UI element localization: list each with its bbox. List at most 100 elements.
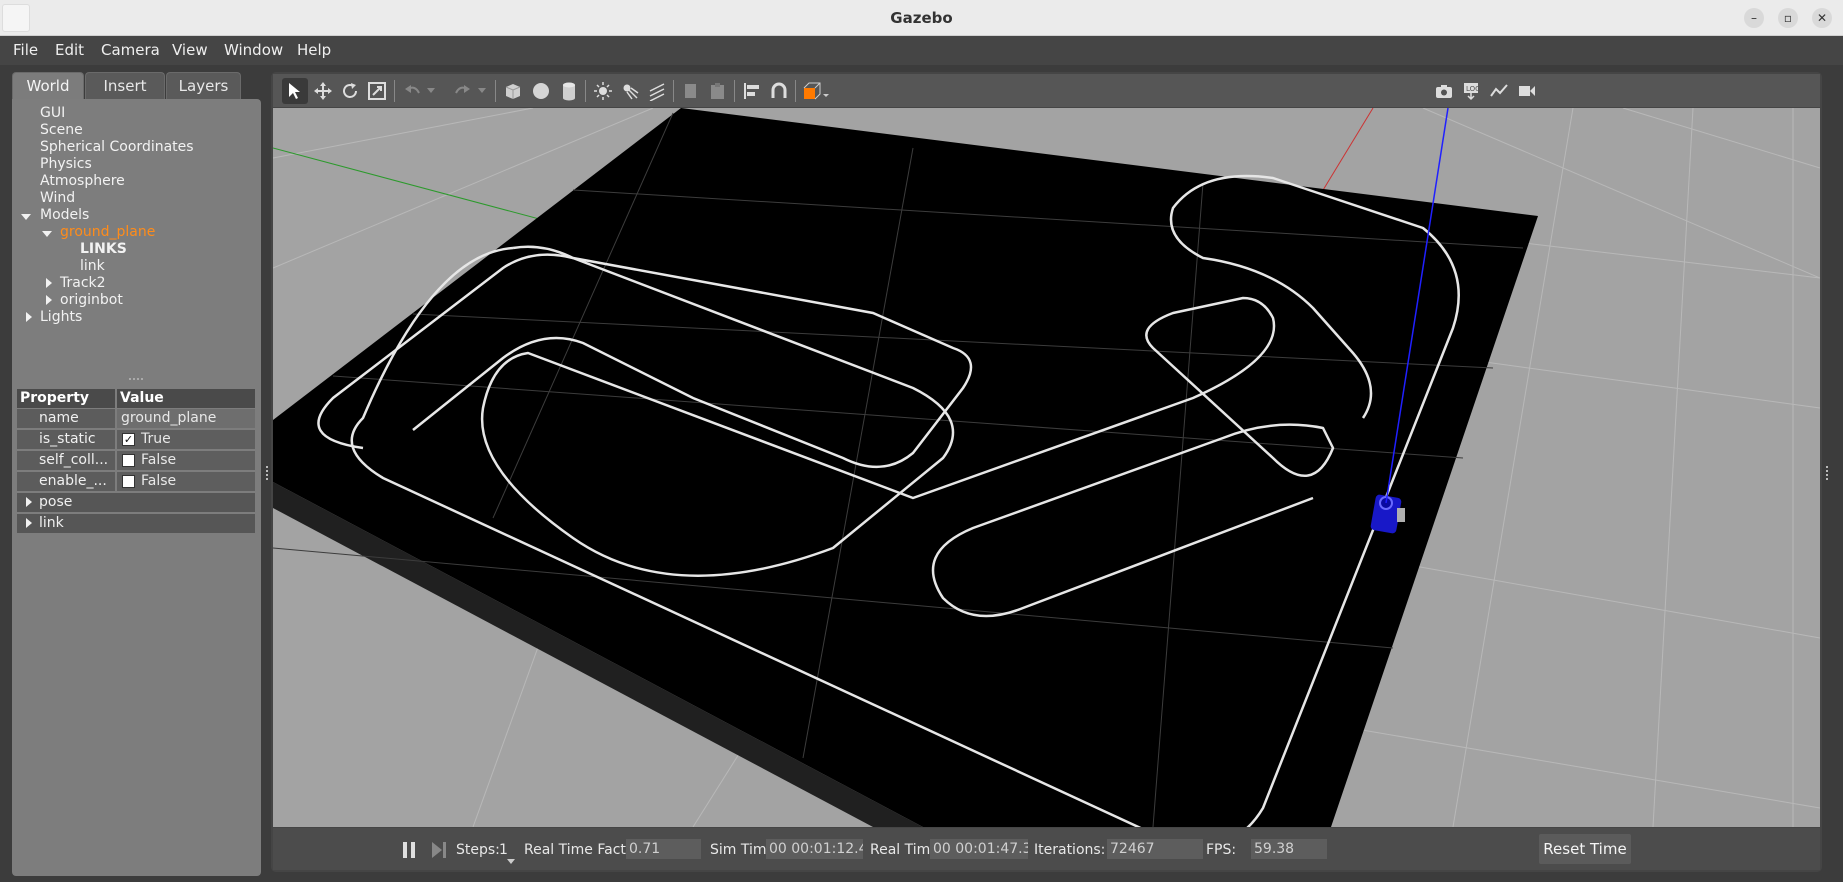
real-time-field: 00 00:01:47.329	[930, 839, 1028, 859]
snap-icon[interactable]	[766, 78, 792, 104]
property-column-header: Property	[17, 389, 115, 408]
tree-item-wind[interactable]: Wind	[40, 190, 75, 206]
undo-dropdown-icon[interactable]	[425, 78, 437, 104]
tree-item-physics[interactable]: Physics	[40, 156, 92, 172]
enable-wind-checkbox[interactable]	[122, 475, 135, 488]
group-label: link	[39, 515, 64, 531]
steps-dropdown-icon[interactable]	[507, 849, 515, 868]
plot-icon[interactable]	[1486, 78, 1512, 104]
toolbar-separator	[394, 80, 395, 102]
left-panel: World Insert Layers GUI Scene Spherical …	[12, 72, 261, 876]
toolbar-separator	[734, 80, 735, 102]
is-static-checkbox[interactable]: ✓	[122, 433, 135, 446]
box-icon[interactable]	[500, 78, 526, 104]
sim-time-field: 00 00:01:12.467	[766, 839, 863, 859]
fps-label: FPS:	[1206, 842, 1237, 858]
title-bar: Gazebo – ▫ ✕	[0, 0, 1843, 36]
point-light-icon[interactable]	[590, 78, 616, 104]
menu-view[interactable]: View	[172, 41, 208, 59]
menu-edit[interactable]: Edit	[55, 41, 84, 59]
maximize-button[interactable]: ▫	[1778, 8, 1798, 28]
collapse-arrow-icon[interactable]	[46, 295, 52, 305]
property-label: name	[17, 409, 115, 428]
scale-icon[interactable]	[364, 78, 390, 104]
tree-item-originbot[interactable]: originbot	[60, 292, 123, 308]
property-label: self_coll...	[17, 451, 115, 470]
property-row-name: name ground_plane	[17, 409, 255, 428]
right-splitter-handle[interactable]	[1826, 466, 1830, 480]
menu-camera[interactable]: Camera	[101, 41, 160, 59]
tree-item-scene[interactable]: Scene	[40, 122, 83, 138]
tab-insert[interactable]: Insert	[85, 72, 165, 100]
step-icon[interactable]	[430, 841, 448, 863]
translate-icon[interactable]	[310, 78, 336, 104]
svg-text:LOG: LOG	[1466, 85, 1481, 93]
tree-item-atmosphere[interactable]: Atmosphere	[40, 173, 125, 189]
tree-item-models[interactable]: Models	[40, 207, 89, 223]
cylinder-icon[interactable]	[556, 78, 582, 104]
toolbar-separator	[495, 80, 496, 102]
fps-field: 59.38	[1251, 839, 1327, 859]
name-field[interactable]: ground_plane	[117, 409, 255, 428]
collapse-arrow-icon[interactable]	[46, 278, 52, 288]
close-button[interactable]: ✕	[1812, 8, 1832, 28]
paste-icon[interactable]	[705, 78, 731, 104]
record-video-icon[interactable]	[1514, 78, 1540, 104]
tree-item-track2[interactable]: Track2	[60, 275, 106, 291]
tab-layers[interactable]: Layers	[166, 72, 241, 100]
rotate-icon[interactable]	[337, 78, 363, 104]
property-label: enable_...	[17, 472, 115, 491]
sphere-icon[interactable]	[528, 78, 554, 104]
tree-item-gui[interactable]: GUI	[40, 105, 65, 121]
property-label: is_static	[17, 430, 115, 449]
tree-item-ground-plane[interactable]: ground_plane	[60, 224, 155, 240]
property-row-enable-wind: enable_... False	[17, 472, 255, 491]
3d-viewport[interactable]	[273, 108, 1820, 827]
tab-world[interactable]: World	[12, 72, 84, 100]
self-collide-checkbox[interactable]	[122, 454, 135, 467]
checkbox-label: False	[141, 473, 177, 489]
self-collide-value: False	[117, 451, 255, 470]
menu-bar: File Edit Camera View Window Help	[0, 36, 1843, 65]
bottom-toolbar: Steps: 1 Real Time Factor: 0.71 Sim Time…	[273, 828, 1820, 870]
view-angle-icon[interactable]	[800, 78, 832, 104]
scene-render	[273, 108, 1820, 827]
property-group-link[interactable]: link	[17, 514, 255, 533]
menu-file[interactable]: File	[13, 41, 38, 59]
iterations-field: 72467	[1107, 839, 1203, 859]
property-group-pose[interactable]: pose	[17, 493, 255, 512]
tree-item-link[interactable]: link	[80, 258, 105, 274]
expand-arrow-icon[interactable]	[21, 214, 31, 220]
menu-help[interactable]: Help	[297, 41, 331, 59]
is-static-value: ✓ True	[117, 430, 255, 449]
menu-window[interactable]: Window	[224, 41, 283, 59]
copy-icon[interactable]	[678, 78, 704, 104]
pause-icon[interactable]	[401, 841, 417, 863]
spot-light-icon[interactable]	[617, 78, 643, 104]
tree-item-lights[interactable]: Lights	[40, 309, 82, 325]
window-title: Gazebo	[890, 9, 953, 27]
align-icon[interactable]	[739, 78, 765, 104]
redo-dropdown-icon[interactable]	[476, 78, 488, 104]
select-arrow-icon[interactable]	[282, 78, 308, 104]
expand-arrow-icon	[26, 518, 32, 528]
value-column-header: Value	[117, 389, 255, 408]
splitter-handle[interactable]	[129, 378, 143, 384]
reset-time-button[interactable]: Reset Time	[1539, 834, 1631, 864]
minimize-button[interactable]: –	[1744, 8, 1764, 28]
redo-icon[interactable]	[450, 78, 476, 104]
screenshot-icon[interactable]	[1431, 78, 1457, 104]
world-tree-panel: GUI Scene Spherical Coordinates Physics …	[12, 99, 261, 876]
toolbar-separator	[795, 80, 796, 102]
toolbar-separator	[673, 80, 674, 102]
tree-item-spherical-coordinates[interactable]: Spherical Coordinates	[40, 139, 194, 155]
directional-light-icon[interactable]	[644, 78, 670, 104]
property-row-is-static: is_static ✓ True	[17, 430, 255, 449]
expand-arrow-icon[interactable]	[42, 231, 52, 237]
steps-label: Steps:	[456, 842, 500, 858]
left-splitter-handle[interactable]	[266, 466, 270, 480]
real-time-factor-field: 0.71	[626, 839, 701, 859]
undo-icon[interactable]	[399, 78, 425, 104]
collapse-arrow-icon[interactable]	[26, 312, 32, 322]
log-icon[interactable]: LOG	[1458, 78, 1484, 104]
